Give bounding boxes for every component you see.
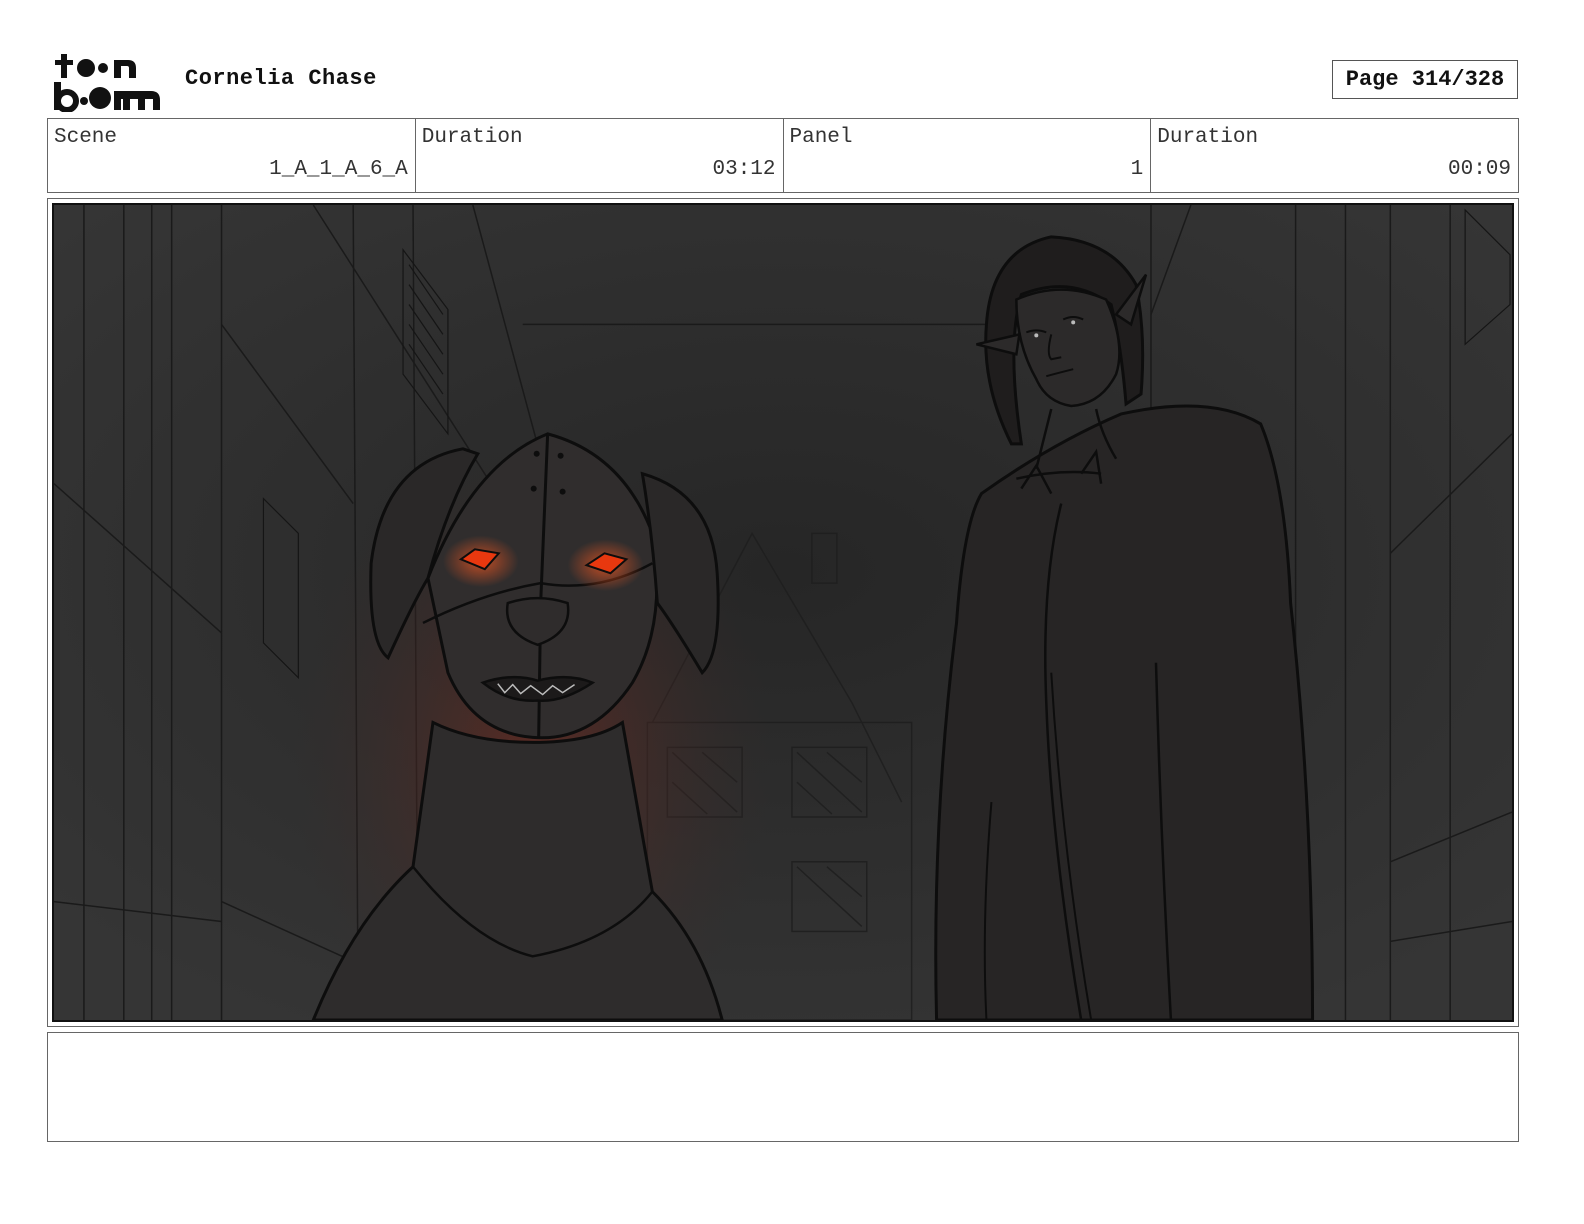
panel-duration-value: 00:09	[1447, 158, 1511, 181]
storyboard-drawing	[54, 205, 1512, 1020]
scene-cell: Scene 1_A_1_A_6_A	[48, 119, 416, 192]
scene-info-bar: Scene 1_A_1_A_6_A Duration 03:12 Panel 1…	[47, 118, 1519, 193]
panel-duration-cell: Duration 00:09	[1151, 119, 1518, 192]
panel-label: Panel	[789, 126, 853, 149]
panel-notes-box	[47, 1032, 1519, 1142]
panel-duration-label: Duration	[1157, 126, 1259, 149]
scene-duration-value: 03:12	[712, 158, 776, 181]
page-number: Page 314/328	[1332, 60, 1518, 99]
storyboard-panel-image	[52, 203, 1514, 1022]
panel-cell: Panel 1	[784, 119, 1152, 192]
scene-label: Scene	[54, 126, 118, 149]
panel-value: 1	[1130, 158, 1144, 181]
scene-duration-label: Duration	[421, 126, 523, 149]
project-title: Cornelia Chase	[185, 66, 377, 91]
scene-duration-cell: Duration 03:12	[416, 119, 784, 192]
scene-value: 1_A_1_A_6_A	[269, 158, 408, 181]
toonboom-logo	[52, 50, 164, 113]
